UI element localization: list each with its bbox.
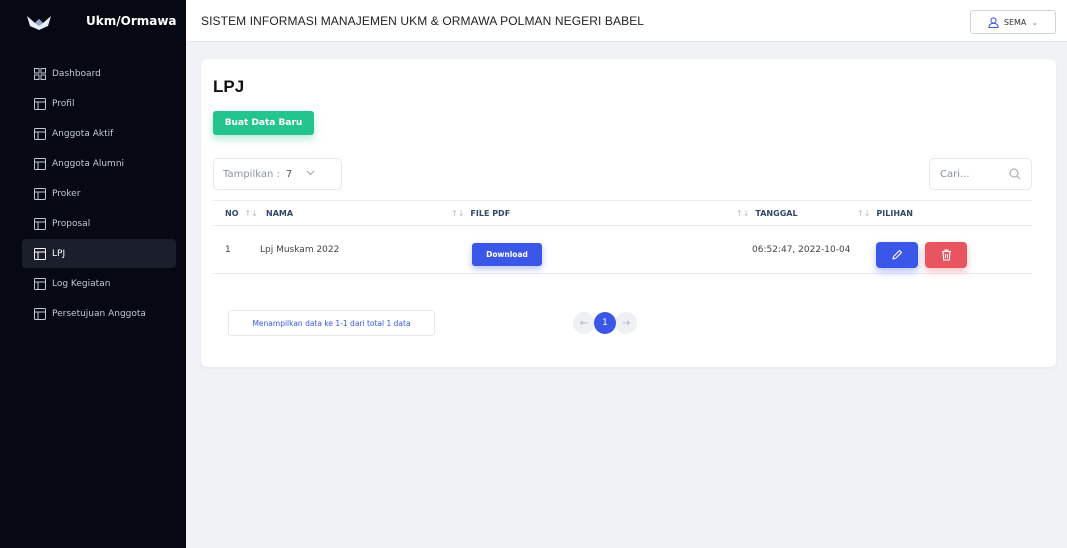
sidebar-item-persetujuan-anggota[interactable]: Persetujuan Anggota	[22, 299, 176, 328]
sidebar-item-anggota-aktif[interactable]: Anggota Aktif	[22, 119, 176, 148]
top-header: SISTEM INFORMASI MANAJEMEN UKM & ORMAWA …	[186, 0, 1067, 42]
search-input[interactable]: Cari...	[929, 158, 1032, 190]
table-icon	[34, 187, 46, 200]
cell-nama: Lpj Muskam 2022	[260, 245, 340, 255]
search-icon	[1009, 168, 1021, 180]
sidebar-item-label: LPJ	[52, 248, 66, 259]
column-file-pdf[interactable]: ↑↓ FILE PDF	[451, 209, 510, 218]
page-size-select[interactable]: Tampilkan : 7	[213, 158, 342, 190]
chevron-down-icon	[306, 169, 315, 179]
sidebar: Ukm/Ormawa Dashboard Profil Anggota Akti…	[0, 0, 186, 548]
page-size-value: 7	[285, 168, 293, 180]
prev-page-button[interactable]: ←	[573, 312, 595, 334]
sort-icon: ↑↓	[736, 209, 750, 218]
column-no[interactable]: NO ↑↓	[225, 209, 264, 218]
chevron-down-icon: ⌄	[1031, 17, 1039, 27]
table-icon	[34, 97, 46, 110]
user-icon	[988, 16, 999, 28]
sidebar-item-proposal[interactable]: Proposal	[22, 209, 176, 238]
table-header: NO ↑↓ NAMA ↑↓ FILE PDF ↑↓ TANGGAL ↑↓ PIL…	[213, 200, 1032, 226]
page-size-label: Tampilkan :	[223, 168, 280, 180]
trash-icon	[941, 249, 951, 261]
table-icon	[34, 127, 46, 140]
delete-button[interactable]	[925, 242, 967, 268]
table-icon	[34, 277, 46, 290]
sidebar-item-log-kegiatan[interactable]: Log Kegiatan	[22, 269, 176, 298]
pagination: ← 1 →	[573, 312, 637, 334]
table-icon	[34, 217, 46, 230]
brand-name: Ukm/Ormawa	[86, 14, 177, 28]
next-page-button[interactable]: →	[615, 312, 637, 334]
grid-icon	[34, 67, 46, 80]
user-name: SEMA	[1003, 17, 1027, 27]
sidebar-item-label: Proposal	[52, 218, 91, 229]
sidebar-item-label: Anggota Aktif	[52, 128, 114, 139]
page-1-button[interactable]: 1	[594, 312, 616, 334]
logo-icon	[27, 16, 51, 30]
sidebar-item-anggota-alumni[interactable]: Anggota Alumni	[22, 149, 176, 178]
sort-icon: ↑↓	[244, 209, 258, 218]
cell-tanggal: 06:52:47, 2022-10-04	[752, 245, 851, 255]
sidebar-item-label: Proker	[52, 188, 81, 199]
search-placeholder: Cari...	[940, 168, 970, 180]
brand[interactable]: Ukm/Ormawa	[0, 0, 186, 42]
sidebar-item-label: Anggota Alumni	[52, 158, 125, 169]
sidebar-item-label: Dashboard	[52, 68, 101, 79]
sidebar-item-label: Log Kegiatan	[52, 278, 111, 289]
sidebar-item-lpj[interactable]: LPJ	[22, 239, 176, 268]
pencil-icon	[892, 249, 903, 260]
create-new-button[interactable]: Buat Data Baru	[213, 111, 314, 135]
lpj-card: LPJ Buat Data Baru Tampilkan : 7 Cari...…	[201, 59, 1056, 367]
table-row: 1 Lpj Muskam 2022 Download 06:52:47, 202…	[213, 227, 1032, 274]
table-icon	[34, 307, 46, 320]
app-title: SISTEM INFORMASI MANAJEMEN UKM & ORMAWA …	[201, 13, 645, 28]
edit-button[interactable]	[876, 242, 918, 268]
column-tanggal[interactable]: ↑↓ TANGGAL	[736, 209, 798, 218]
sidebar-item-profil[interactable]: Profil	[22, 89, 176, 118]
download-button[interactable]: Download	[472, 243, 542, 266]
sidebar-item-label: Profil	[52, 98, 75, 109]
column-pilihan[interactable]: ↑↓ PILIHAN	[857, 209, 913, 218]
sidebar-item-label: Persetujuan Anggota	[52, 308, 146, 319]
sidebar-item-dashboard[interactable]: Dashboard	[22, 59, 176, 88]
cell-no: 1	[225, 245, 231, 255]
page-title: LPJ	[213, 77, 245, 96]
table-icon	[34, 157, 46, 170]
sidebar-item-proker[interactable]: Proker	[22, 179, 176, 208]
sidebar-menu: Dashboard Profil Anggota Aktif Anggota A…	[0, 59, 186, 328]
pagination-info: Menampilkan data ke 1-1 dari total 1 dat…	[228, 310, 435, 336]
sort-icon: ↑↓	[451, 209, 465, 218]
column-nama[interactable]: NAMA	[266, 209, 293, 218]
table-icon	[34, 247, 46, 260]
user-menu-button[interactable]: SEMA ⌄	[970, 10, 1056, 34]
sort-icon: ↑↓	[857, 209, 871, 218]
